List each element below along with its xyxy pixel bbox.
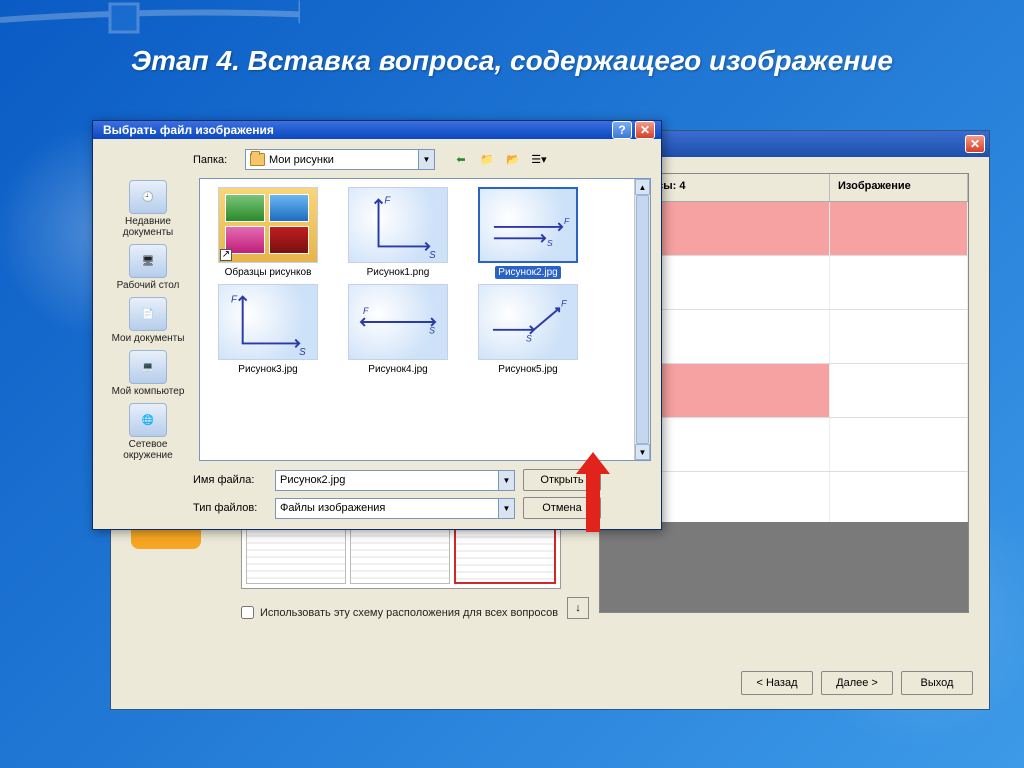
- filetype-label: Тип файлов:: [193, 502, 267, 514]
- filename-value: Рисунок2.jpg: [280, 474, 345, 486]
- place-label: Мои документы: [107, 333, 189, 344]
- file-item[interactable]: FS Рисунок4.jpg: [338, 284, 458, 375]
- file-list[interactable]: ↗ Образцы рисунков FS Рисунок1.png FS: [199, 178, 651, 461]
- shortcut-icon: ↗: [220, 249, 232, 261]
- filename-label: Имя файла:: [193, 474, 267, 486]
- folder-row: Папка: Мои рисунки ▼ ⬅ 📁 📂 ☰▾: [103, 145, 651, 178]
- new-folder-icon[interactable]: 📂: [503, 150, 523, 170]
- slide-title: Этап 4. Вставка вопроса, содержащего изо…: [0, 44, 1024, 78]
- place-label: Рабочий стол: [107, 280, 189, 291]
- file-item[interactable]: FS Рисунок3.jpg: [208, 284, 328, 375]
- file-item-selected[interactable]: FS Рисунок2.jpg: [468, 187, 588, 278]
- dialog-title: Выбрать файл изображения: [99, 123, 612, 137]
- svg-text:F: F: [363, 306, 369, 316]
- svg-text:F: F: [384, 196, 391, 207]
- svg-text:S: S: [526, 333, 532, 343]
- svg-text:S: S: [429, 250, 436, 261]
- scroll-thumb[interactable]: [636, 195, 649, 444]
- place-label: Недавние документы: [107, 216, 189, 238]
- dialog-help-button[interactable]: ?: [612, 121, 632, 139]
- up-folder-icon[interactable]: 📁: [477, 150, 497, 170]
- filetype-value: Файлы изображения: [280, 502, 385, 514]
- place-recent[interactable]: 🕘 Недавние документы: [107, 180, 189, 238]
- file-label: Рисунок3.jpg: [238, 364, 297, 375]
- back-button[interactable]: < Назад: [741, 671, 813, 695]
- dialog-toolbar: ⬅ 📁 📂 ☰▾: [451, 150, 549, 170]
- file-label: Рисунок1.png: [367, 267, 430, 278]
- chevron-down-icon: ▼: [418, 150, 434, 169]
- place-label: Мой компьютер: [107, 386, 189, 397]
- filetype-dropdown[interactable]: Файлы изображения ▼: [275, 498, 515, 519]
- svg-text:F: F: [231, 295, 238, 306]
- folder-dropdown[interactable]: Мои рисунки ▼: [245, 149, 435, 170]
- folder-value: Мои рисунки: [269, 154, 334, 166]
- file-label: Рисунок5.jpg: [498, 364, 557, 375]
- exit-button[interactable]: Выход: [901, 671, 973, 695]
- dialog-main: 🕘 Недавние документы 🖥 Рабочий стол 📄 Мо…: [103, 178, 651, 461]
- table-footer-grey: [600, 522, 968, 612]
- folder-icon: [250, 153, 265, 166]
- network-icon: 🌐: [129, 403, 167, 437]
- dialog-close-button[interactable]: ✕: [635, 121, 655, 139]
- place-label: Сетевое окружение: [107, 439, 189, 461]
- chevron-down-icon: ▼: [498, 499, 514, 518]
- file-item[interactable]: FS Рисунок5.jpg: [468, 284, 588, 375]
- folder-label: Папка:: [193, 154, 237, 166]
- folder-thumbnail: ↗: [218, 187, 318, 263]
- chevron-down-icon: ▼: [498, 471, 514, 490]
- filename-input[interactable]: Рисунок2.jpg ▼: [275, 470, 515, 491]
- scroll-down-button[interactable]: ▼: [635, 444, 650, 460]
- file-open-dialog: Выбрать файл изображения ? ✕ Папка: Мои …: [92, 120, 662, 530]
- layout-checkbox-row: Использовать эту схему расположения для …: [241, 606, 558, 619]
- dialog-titlebar[interactable]: Выбрать файл изображения ? ✕: [93, 121, 661, 139]
- use-layout-checkbox[interactable]: [241, 606, 254, 619]
- recent-icon: 🕘: [129, 180, 167, 214]
- scroll-down-button[interactable]: ↓: [567, 597, 589, 619]
- file-label: Рисунок4.jpg: [368, 364, 427, 375]
- file-label: Образцы рисунков: [225, 267, 312, 278]
- place-mycomputer[interactable]: 💻 Мой компьютер: [107, 350, 189, 397]
- filename-row: Имя файла: Рисунок2.jpg ▼ Открыть: [193, 469, 651, 491]
- wizard-buttons: < Назад Далее > Выход: [741, 671, 973, 695]
- file-item-folder[interactable]: ↗ Образцы рисунков: [208, 187, 328, 278]
- table-header-image: Изображение: [830, 174, 968, 201]
- svg-text:S: S: [299, 347, 306, 358]
- next-button[interactable]: Далее >: [821, 671, 893, 695]
- image-thumbnail: FS: [478, 284, 578, 360]
- views-icon[interactable]: ☰▾: [529, 150, 549, 170]
- image-thumbnail: FS: [218, 284, 318, 360]
- image-thumbnail: FS: [478, 187, 578, 263]
- place-network[interactable]: 🌐 Сетевое окружение: [107, 403, 189, 461]
- svg-text:F: F: [561, 298, 567, 308]
- places-bar: 🕘 Недавние документы 🖥 Рабочий стол 📄 Мо…: [103, 178, 193, 461]
- file-item[interactable]: FS Рисунок1.png: [338, 187, 458, 278]
- filetype-row: Тип файлов: Файлы изображения ▼ Отмена: [193, 497, 651, 519]
- layout-checkbox-label: Использовать эту схему расположения для …: [260, 607, 558, 619]
- image-thumbnail: FS: [348, 187, 448, 263]
- mycomputer-icon: 💻: [129, 350, 167, 384]
- open-button[interactable]: Открыть: [523, 469, 601, 491]
- dialog-bottom: Имя файла: Рисунок2.jpg ▼ Открыть Тип фа…: [103, 469, 651, 519]
- place-desktop[interactable]: 🖥 Рабочий стол: [107, 244, 189, 291]
- cancel-button[interactable]: Отмена: [523, 497, 601, 519]
- svg-text:S: S: [429, 326, 435, 336]
- wizard-close-button[interactable]: ✕: [965, 135, 985, 153]
- mydocs-icon: 📄: [129, 297, 167, 331]
- scrollbar[interactable]: ▲ ▼: [634, 179, 650, 460]
- scroll-up-button[interactable]: ▲: [635, 179, 650, 195]
- image-thumbnail: FS: [348, 284, 448, 360]
- back-icon[interactable]: ⬅: [451, 150, 471, 170]
- svg-text:S: S: [547, 238, 553, 248]
- desktop-icon: 🖥: [129, 244, 167, 278]
- place-mydocs[interactable]: 📄 Мои документы: [107, 297, 189, 344]
- file-label: Рисунок2.jpg: [495, 266, 560, 279]
- dialog-body: Папка: Мои рисунки ▼ ⬅ 📁 📂 ☰▾ 🕘 Недавние…: [93, 139, 661, 529]
- svg-text:F: F: [564, 216, 570, 226]
